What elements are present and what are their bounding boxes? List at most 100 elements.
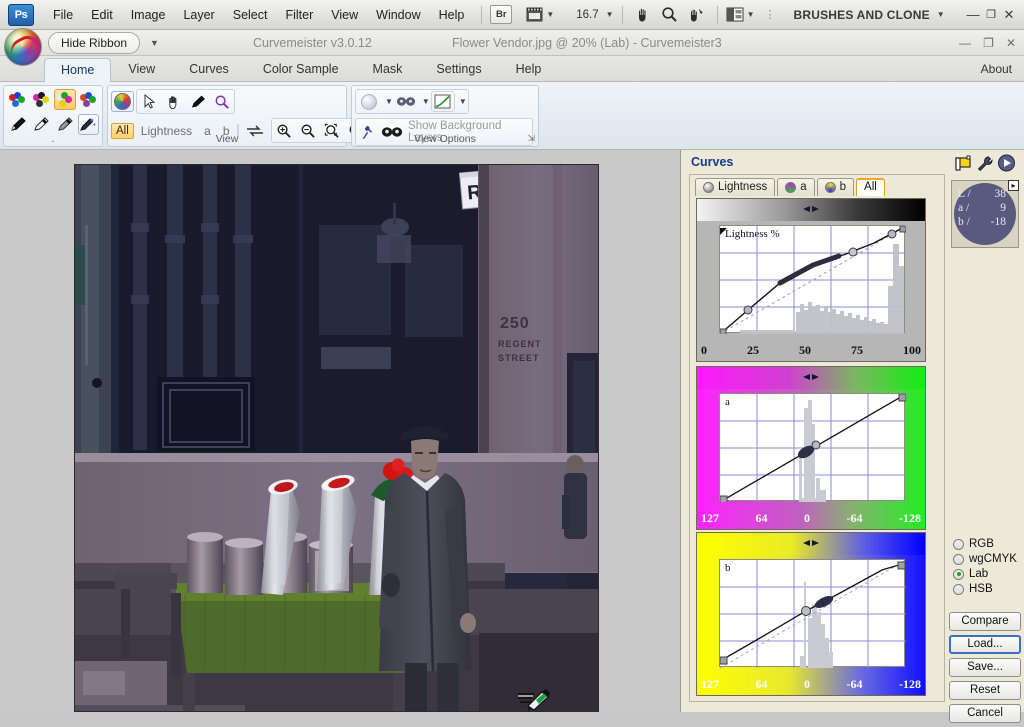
color-mode-wgcmyk[interactable]: wgCMYK [953,553,1017,565]
tab-view[interactable]: View [111,57,172,81]
curvemeister-logo-orb[interactable] [4,28,42,66]
menu-image[interactable]: Image [122,4,175,26]
lightness-marker-icon[interactable] [803,204,819,214]
rotate-view-icon[interactable] [683,6,709,23]
tab-mask[interactable]: Mask [356,57,420,81]
mask-glasses-icon [396,97,416,106]
cancel-button[interactable]: Cancel [949,704,1021,723]
magic-eyedropper-button[interactable] [77,114,99,135]
color-group-1-button[interactable] [7,89,29,110]
eyedropper-black-button[interactable] [7,114,29,135]
a-plot[interactable]: a [719,393,906,502]
chevron-down-icon[interactable]: ▼ [385,97,393,106]
lightness-tick-3: 75 [851,343,863,357]
menu-help[interactable]: Help [430,4,474,26]
curve-tab-lightness[interactable]: Lightness [695,178,776,196]
arrow-select-button[interactable] [138,91,161,112]
a-swatch-icon [785,181,797,193]
chevron-down-icon: ▼ [746,10,755,19]
ps-minimize-button[interactable]: — [964,7,982,22]
a-curve-box[interactable]: a 127 64 0 -64 -128 [696,366,926,530]
workspace-switcher[interactable]: BRUSHES AND CLONE ▼ [793,8,944,22]
b-plot[interactable]: b [719,559,906,668]
radio-wgcmyk-icon[interactable] [953,553,964,565]
mini-bridge-button[interactable]: ▼ [526,7,554,22]
b-marker-icon[interactable] [803,538,819,548]
zoom-level-value: 16.7 [576,8,599,21]
hand-icon[interactable] [631,6,657,23]
image-workspace[interactable]: REGENT STREET 250 REGENT STREET [0,150,680,712]
menu-view[interactable]: View [322,4,367,26]
color-group-2-button[interactable] [31,89,53,110]
bridge-icon[interactable]: Br [490,5,513,24]
flag-button[interactable] [953,154,972,172]
menu-file[interactable]: File [44,4,82,26]
menu-window[interactable]: Window [367,4,429,26]
eyedropper-white-button[interactable] [31,114,53,135]
radio-hsb-icon[interactable] [953,583,964,595]
lightness-plot[interactable]: Lightness % [719,225,906,334]
readout-expander-icon[interactable]: ▸ [1008,180,1019,191]
eyedropper-gray-button[interactable] [54,114,76,135]
hide-ribbon-button[interactable]: Hide Ribbon [48,31,141,54]
color-group-4-button[interactable] [78,89,100,110]
mask-glasses-button[interactable] [394,91,418,112]
a-tick-4: -128 [899,511,921,525]
menu-layer[interactable]: Layer [174,4,223,26]
chevron-down-icon: ▼ [605,10,614,19]
a-tick-1: 64 [755,511,768,525]
eyedropper-gray-icon [57,117,73,131]
menu-select[interactable]: Select [224,4,277,26]
tab-settings[interactable]: Settings [419,57,498,81]
dialog-launcher-icon[interactable]: ⇲ [527,133,535,144]
color-readout[interactable]: L / 38 a / 9 b / -18 ▸ [951,180,1019,248]
radio-rgb-icon[interactable] [953,538,964,550]
reset-button[interactable]: Reset [949,681,1021,700]
blur-preview-button[interactable] [357,91,381,112]
color-mode-lab[interactable]: Lab [953,568,1017,580]
compare-button[interactable]: Compare [949,612,1021,631]
ps-restore-button[interactable]: ❐ [982,8,1000,21]
curve-tab-a-label: a [800,181,807,193]
menu-filter[interactable]: Filter [276,4,322,26]
screen-mode-button[interactable]: ▼ [726,7,755,22]
curve-tab-b[interactable]: b [816,178,855,196]
zoom-icon[interactable] [657,6,683,23]
save-button[interactable]: Save... [949,658,1021,677]
b-curve-box[interactable]: b 127 64 0 -64 -128 [696,532,926,696]
load-button[interactable]: Load... [949,635,1021,654]
chevron-down-icon[interactable]: ▼ [459,97,467,106]
curve-tab-all[interactable]: All [856,178,885,196]
tab-curves[interactable]: Curves [172,57,246,81]
cm-close-button[interactable]: ✕ [1006,36,1016,50]
a-marker-icon[interactable] [803,372,819,382]
tab-home[interactable]: Home [44,58,112,82]
magnifier-tool-button[interactable] [210,91,233,112]
menu-edit[interactable]: Edit [82,4,122,26]
photo-canvas[interactable]: REGENT STREET 250 REGENT STREET [74,164,599,712]
cm-restore-button[interactable]: ❐ [983,36,994,50]
cm-minimize-button[interactable]: — [959,36,971,50]
color-mode-hsb[interactable]: HSB [953,583,1017,595]
ribbon-group-view-label: View [215,133,239,145]
hand-tool-button[interactable] [162,91,185,112]
curve-tab-a[interactable]: a [777,178,815,196]
ps-close-button[interactable]: ✕ [1000,7,1018,23]
ribbon-options-chevron-icon[interactable]: ▼ [150,38,159,48]
tab-color-sample[interactable]: Color Sample [246,57,356,81]
eyedropper-tool-button[interactable] [186,91,209,112]
zoom-level-control[interactable]: 16.7 ▼ [572,9,613,21]
curve-preview-button[interactable] [430,91,455,112]
color-group-3-button[interactable] [54,89,76,110]
lightness-curve-box[interactable]: Lightness % 0 25 50 75 100 [696,198,926,362]
play-button[interactable] [997,154,1016,172]
drag-handle[interactable]: ⋮ [764,8,777,21]
chevron-down-icon[interactable]: ▼ [422,97,430,106]
color-mode-rgb[interactable]: RGB [953,538,1017,550]
radio-lab-icon[interactable] [953,568,964,580]
about-link[interactable]: About [981,62,1012,76]
curvemeister-orb-button[interactable] [111,91,134,112]
tab-help[interactable]: Help [499,57,559,81]
lightness-tick-0: 0 [701,343,707,357]
wrench-button[interactable] [975,154,994,172]
